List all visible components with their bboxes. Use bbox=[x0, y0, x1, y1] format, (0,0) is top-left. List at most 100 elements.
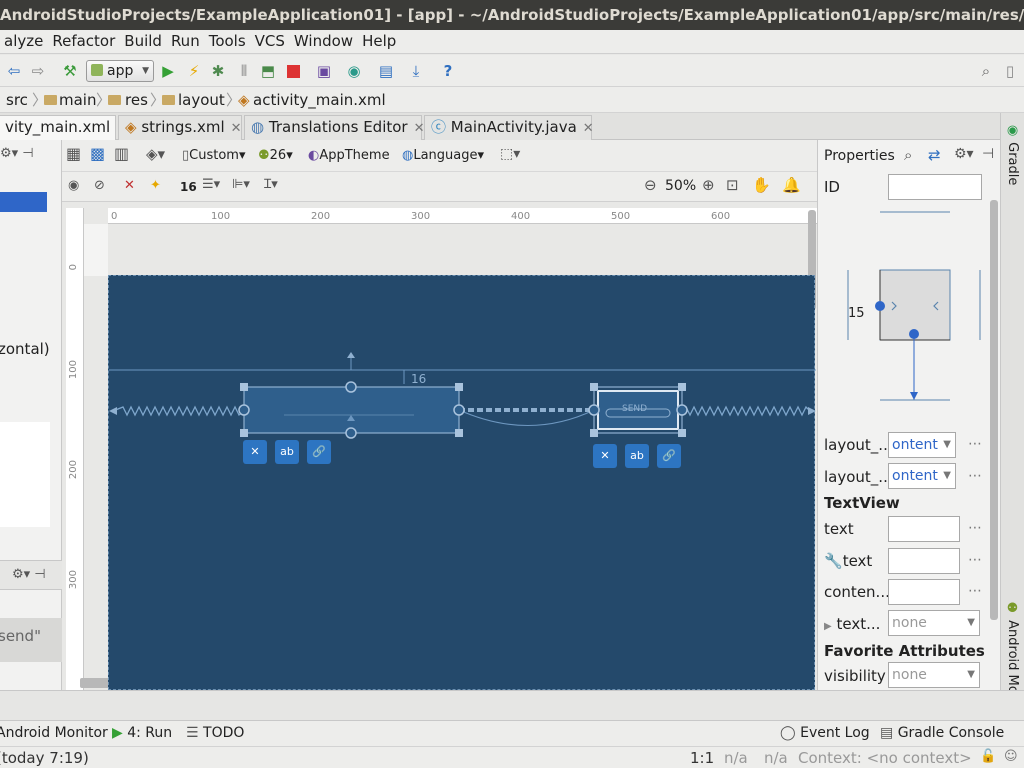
menu-help[interactable]: Help bbox=[358, 30, 401, 52]
file-encoding[interactable]: n/a bbox=[764, 749, 788, 767]
zoom-in-icon[interactable]: ⊕ bbox=[702, 177, 715, 193]
more-icon[interactable]: ⋯ bbox=[968, 468, 982, 484]
more-icon[interactable]: ⋯ bbox=[968, 583, 982, 599]
settings-icon[interactable]: ⚙▾ ⊣ bbox=[0, 146, 34, 161]
close-icon[interactable]: ✕ bbox=[231, 121, 242, 136]
close-icon[interactable]: ✕ bbox=[583, 121, 594, 136]
constraint-widget[interactable] bbox=[844, 206, 984, 406]
text-appearance-label[interactable]: ▶ text... bbox=[824, 615, 880, 633]
device-select[interactable]: ▯Custom▾ bbox=[182, 148, 246, 164]
tab-translations-editor[interactable]: ◍ Translations Editor ✕ bbox=[244, 115, 425, 140]
profile-icon[interactable]: ⫴ bbox=[234, 61, 254, 81]
breadcrumb-layout[interactable]: layout bbox=[178, 90, 225, 110]
tab-main-activity[interactable]: ⓒ MainActivity.java ✕ bbox=[424, 115, 594, 140]
todo-tool-button[interactable]: ☰ TODO bbox=[186, 725, 244, 741]
id-field[interactable] bbox=[888, 174, 982, 200]
clear-constraints-icon[interactable]: ✕ bbox=[243, 440, 267, 464]
inspector-icon[interactable]: ☺ bbox=[1004, 749, 1018, 764]
text-field[interactable] bbox=[888, 516, 960, 542]
settings-icon[interactable]: ⚙▾ ⊣ bbox=[12, 567, 46, 582]
layout-width-select[interactable]: ontent bbox=[888, 432, 956, 458]
run-icon[interactable]: ▶ bbox=[158, 61, 178, 81]
settings-icon[interactable]: ⚙▾ bbox=[954, 146, 974, 162]
menu-analyze[interactable]: alyze bbox=[0, 30, 48, 52]
more-icon[interactable]: ▯ bbox=[1000, 61, 1020, 81]
theme-select[interactable]: ◐AppTheme bbox=[308, 148, 390, 164]
guidelines-icon[interactable]: Ɪ▾ bbox=[264, 177, 278, 193]
tab-strings[interactable]: ◈ strings.xml ✕ bbox=[118, 115, 242, 140]
search-icon[interactable]: ⌕ bbox=[976, 61, 996, 81]
context-info[interactable]: Context: <no context> bbox=[798, 749, 972, 767]
stop-icon[interactable] bbox=[283, 61, 303, 81]
lock-icon[interactable]: 🔓 bbox=[980, 749, 996, 764]
blueprint-screen[interactable]: 16 SEND ✕ ab 🔗 ✕ ab 🔗 bbox=[108, 275, 816, 690]
breadcrumb-res[interactable]: res bbox=[125, 90, 148, 110]
blueprint-mode-icon[interactable]: ▩ bbox=[90, 146, 105, 162]
pan-icon[interactable]: ✋ bbox=[752, 177, 771, 193]
menu-run[interactable]: Run bbox=[167, 30, 205, 52]
run-tool-button[interactable]: ▶ 4: Run bbox=[112, 725, 172, 741]
default-margin-value[interactable]: 16 bbox=[180, 179, 197, 195]
text-appearance-select[interactable]: none bbox=[888, 610, 980, 636]
align-icon[interactable]: ⊫▾ bbox=[232, 177, 250, 193]
gradle-console-tool-button[interactable]: ▤ Gradle Console bbox=[880, 725, 1004, 741]
back-icon[interactable]: ⇦ bbox=[4, 61, 24, 81]
make-project-icon[interactable]: ⚒ bbox=[60, 61, 80, 81]
clear-constraints-icon[interactable]: ✕ bbox=[124, 178, 135, 194]
forward-icon[interactable]: ⇨ bbox=[28, 61, 48, 81]
menu-window[interactable]: Window bbox=[290, 30, 358, 52]
event-log-tool-button[interactable]: ◯ Event Log bbox=[780, 725, 870, 741]
pack-icon[interactable]: ☰▾ bbox=[202, 177, 220, 193]
breadcrumb-src[interactable]: src bbox=[6, 90, 28, 110]
component-tree-selected[interactable]: send" bbox=[0, 618, 62, 662]
orientation-icon[interactable]: ◈▾ bbox=[146, 146, 165, 162]
baseline-icon[interactable]: ab bbox=[625, 444, 649, 468]
gradle-tool-button[interactable]: ◉ Gradle bbox=[1005, 123, 1020, 185]
link-icon[interactable]: 🔗 bbox=[657, 444, 681, 468]
left-margin-value[interactable]: 15 bbox=[848, 306, 865, 321]
palette-selected-item[interactable] bbox=[0, 192, 47, 212]
help-icon[interactable]: ? bbox=[438, 61, 458, 81]
menu-tools[interactable]: Tools bbox=[205, 30, 251, 52]
android-monitor-tool-button[interactable]: Android Monitor bbox=[0, 725, 108, 741]
tools-text-field[interactable] bbox=[888, 548, 960, 574]
layout-height-select[interactable]: ontent bbox=[888, 463, 956, 489]
sync-gradle-icon[interactable]: ◉ bbox=[344, 61, 364, 81]
close-icon[interactable]: ✕ bbox=[414, 121, 425, 136]
visibility-select[interactable]: none bbox=[888, 662, 980, 688]
both-modes-icon[interactable]: ▥ bbox=[114, 146, 129, 162]
avd-manager-icon[interactable]: ▣ bbox=[314, 61, 334, 81]
layout-variants-icon[interactable]: ⬚▾ bbox=[500, 146, 520, 162]
content-description-field[interactable] bbox=[888, 579, 960, 605]
debug-icon[interactable]: ✱ bbox=[208, 61, 228, 81]
zoom-out-icon[interactable]: ⊖ bbox=[644, 177, 657, 193]
project-structure-icon[interactable]: ▤ bbox=[376, 61, 396, 81]
autoconnect-icon[interactable]: ⊘ bbox=[94, 178, 105, 194]
more-icon[interactable]: ⋯ bbox=[968, 552, 982, 568]
zoom-to-fit-icon[interactable]: ⊡ bbox=[726, 177, 739, 193]
run-config-select[interactable]: app ▼ bbox=[86, 60, 154, 82]
language-select[interactable]: ◍Language▾ bbox=[402, 148, 484, 164]
search-icon[interactable]: ⌕ bbox=[904, 146, 912, 164]
breadcrumb-activity-main[interactable]: activity_main.xml bbox=[253, 90, 386, 110]
tab-activity-main[interactable]: vity_main.xml✕ bbox=[0, 115, 127, 140]
sdk-manager-icon[interactable]: ⤓ bbox=[406, 61, 426, 81]
properties-scrollbar[interactable] bbox=[990, 200, 998, 620]
apply-changes-icon[interactable]: ⚡ bbox=[184, 61, 204, 81]
line-separator[interactable]: n/a bbox=[724, 749, 748, 767]
menu-vcs[interactable]: VCS bbox=[251, 30, 290, 52]
api-select[interactable]: ⚉26▾ bbox=[258, 148, 293, 164]
attach-debugger-icon[interactable]: ⬒ bbox=[258, 61, 278, 81]
infer-constraints-icon[interactable]: ✦ bbox=[150, 178, 161, 194]
menu-refactor[interactable]: Refactor bbox=[48, 30, 120, 52]
more-icon[interactable]: ⋯ bbox=[968, 436, 982, 452]
more-icon[interactable]: ⋯ bbox=[968, 520, 982, 536]
design-mode-icon[interactable]: ▦ bbox=[66, 146, 81, 162]
eye-icon[interactable]: ◉ bbox=[68, 178, 79, 194]
breadcrumb-main[interactable]: main bbox=[59, 90, 96, 110]
baseline-icon[interactable]: ab bbox=[275, 440, 299, 464]
clear-constraints-icon[interactable]: ✕ bbox=[593, 444, 617, 468]
menu-build[interactable]: Build bbox=[120, 30, 167, 52]
hide-panel-icon[interactable]: ⊣ bbox=[982, 146, 994, 162]
toggle-view-icon[interactable]: ⇄ bbox=[928, 146, 941, 164]
